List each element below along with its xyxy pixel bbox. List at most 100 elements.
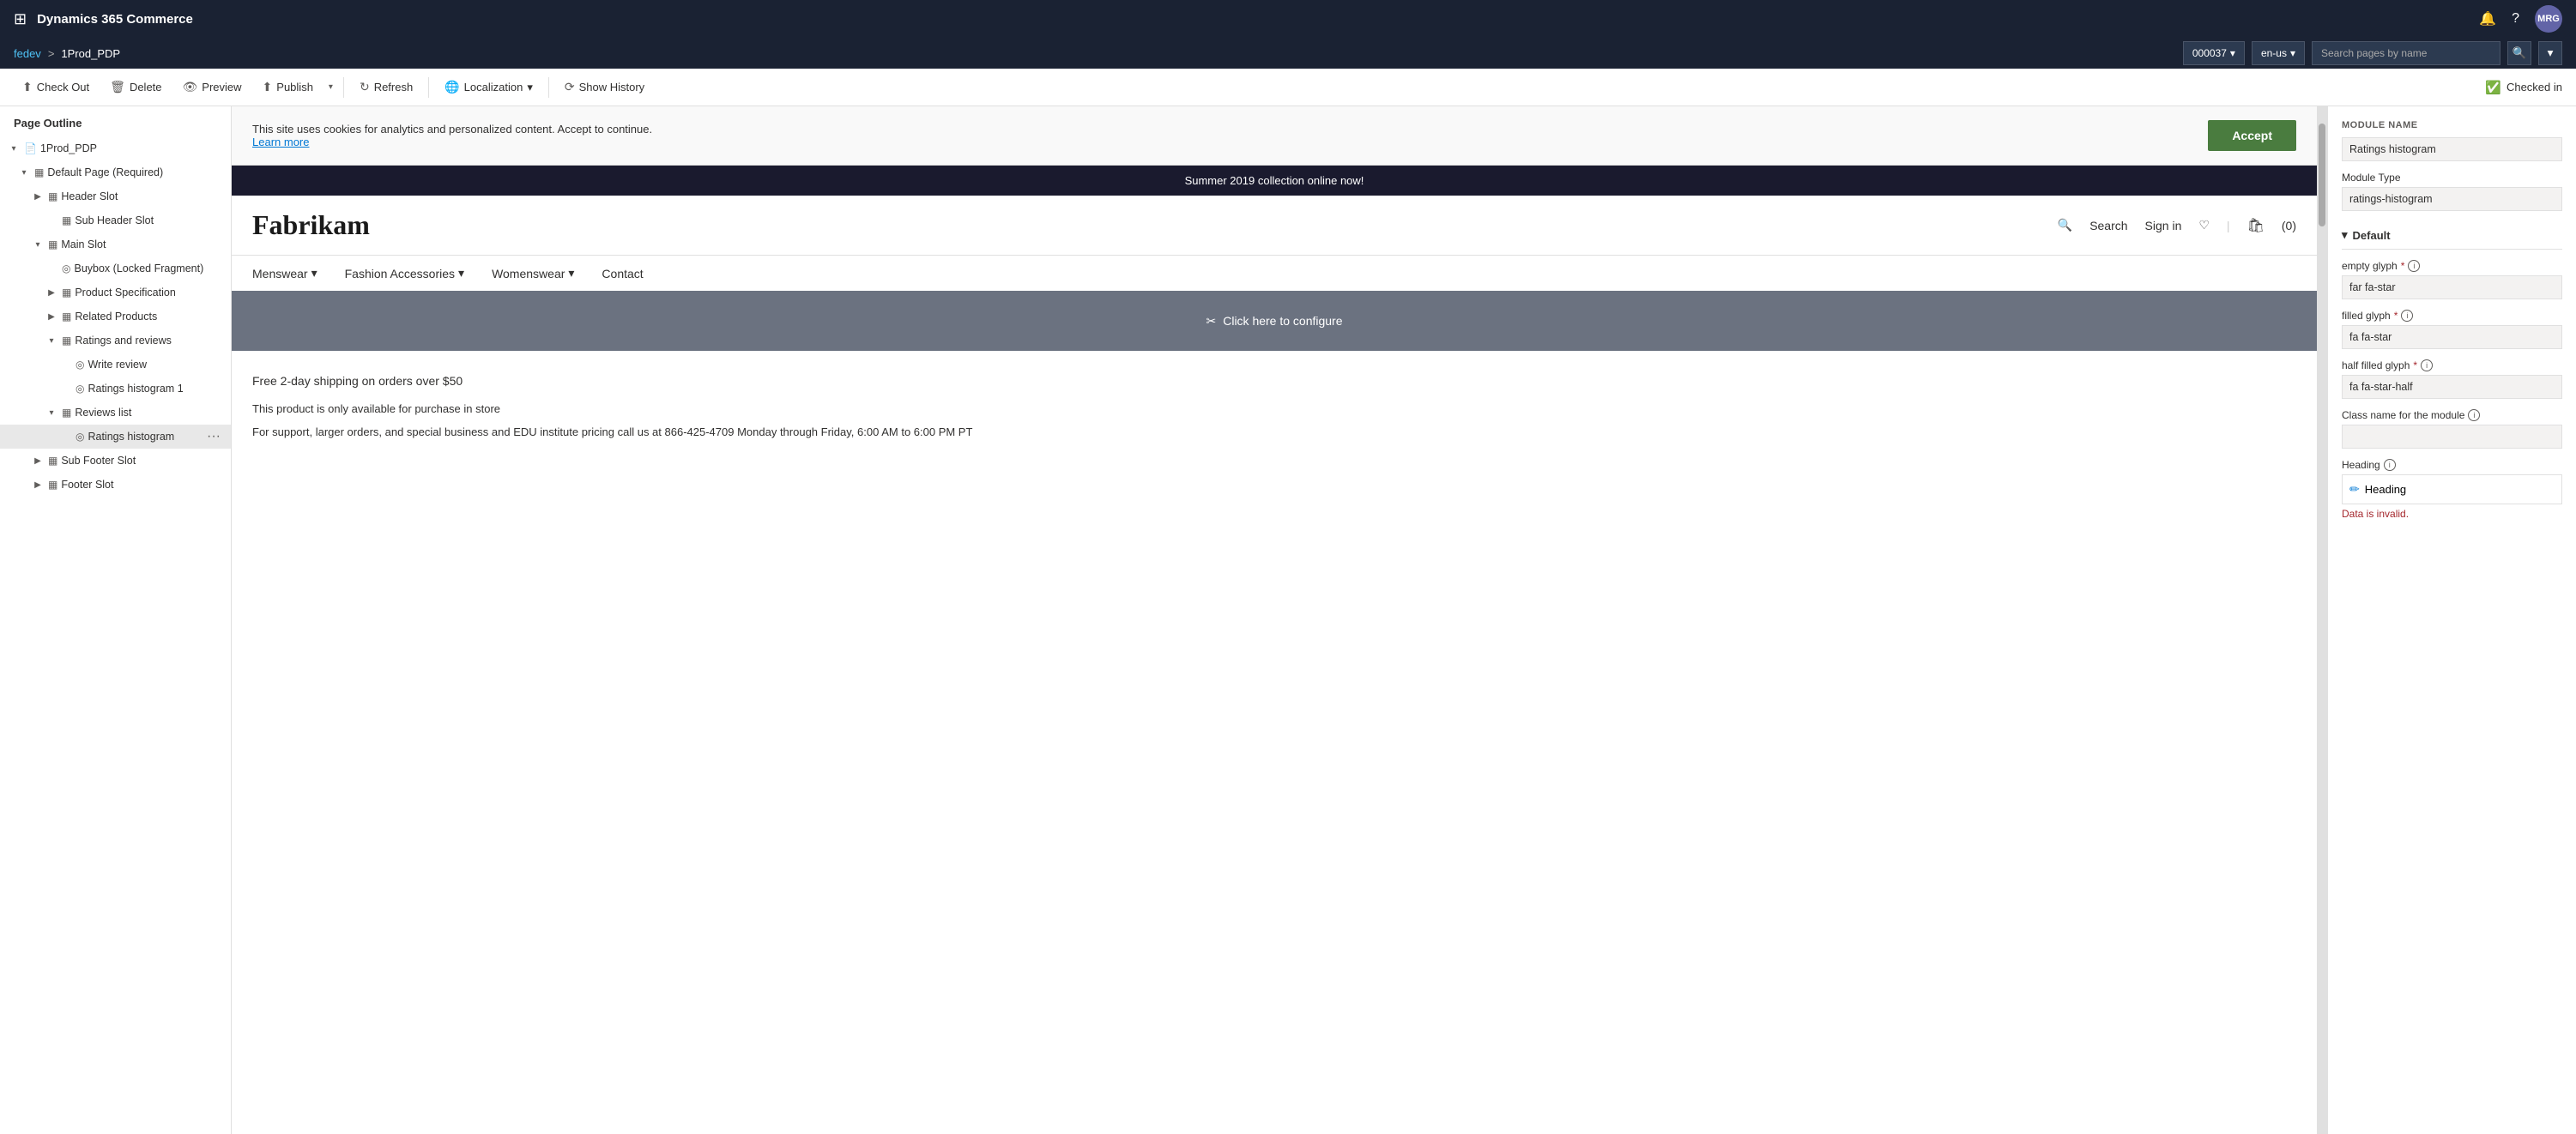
container-icon-main-slot: ▦ — [48, 238, 57, 250]
configure-area[interactable]: ✂ Click here to configure — [232, 291, 2317, 351]
more-options-icon[interactable]: ··· — [203, 429, 224, 444]
category-contact-label: Contact — [602, 267, 643, 280]
fragment-icon-buybox: ◎ — [62, 262, 70, 274]
tree-item-footer-slot[interactable]: ▶ ▦ Footer Slot — [0, 473, 231, 497]
tree-item-header-slot[interactable]: ▶ ▦ Header Slot — [0, 184, 231, 208]
tree-label-buybox: Buybox (Locked Fragment) — [74, 262, 224, 274]
tree-item-product-spec[interactable]: ▶ ▦ Product Specification — [0, 280, 231, 305]
tree-item-main-slot[interactable]: ▾ ▦ Main Slot — [0, 232, 231, 256]
heading-info[interactable]: i — [2384, 459, 2396, 471]
class-name-info[interactable]: i — [2468, 409, 2480, 421]
module-icon-ratings-histogram: ◎ — [76, 431, 84, 443]
publish-icon: ⬆ — [263, 80, 273, 94]
container-icon-product-spec: ▦ — [62, 287, 71, 299]
refresh-icon: ↻ — [360, 80, 370, 94]
menswear-dropdown-icon: ▾ — [311, 266, 317, 280]
category-womenswear[interactable]: Womenswear ▾ — [492, 266, 574, 280]
preview-scrollbar[interactable] — [2317, 106, 2327, 1134]
wishlist-icon[interactable]: ♡ — [2198, 218, 2210, 232]
heading-field-label: Heading i — [2342, 459, 2562, 471]
category-contact[interactable]: Contact — [602, 266, 643, 280]
toolbar-divider-3 — [548, 77, 549, 98]
half-filled-required: * — [2413, 359, 2417, 371]
preview-button[interactable]: 👁 Preview — [174, 75, 251, 100]
tree-label-write-review: Write review — [88, 359, 224, 371]
cart-icon[interactable]: 🛍 — [2247, 217, 2265, 234]
page-outline-title: Page Outline — [0, 106, 231, 136]
accept-button[interactable]: Accept — [2208, 120, 2296, 151]
store-id-chevron: ▾ — [2230, 47, 2235, 59]
empty-glyph-input[interactable] — [2342, 275, 2562, 299]
checkout-button[interactable]: ⬆ Check Out — [14, 75, 98, 100]
tree-item-root[interactable]: ▾ 📄 1Prod_PDP — [0, 136, 231, 160]
expand-icon-reviews-list: ▾ — [45, 408, 58, 418]
tree-item-reviews-list[interactable]: ▾ ▦ Reviews list — [0, 401, 231, 425]
module-name-input[interactable] — [2342, 137, 2562, 161]
grid-icon[interactable]: ⊞ — [14, 10, 27, 28]
half-filled-info[interactable]: i — [2421, 359, 2433, 371]
store-nav-right: 🔍 Search Sign in ♡ | 🛍 (0) — [2058, 217, 2296, 234]
category-menswear-label: Menswear — [252, 267, 308, 280]
filled-glyph-label: filled glyph * i — [2342, 310, 2562, 322]
refresh-button[interactable]: ↻ Refresh — [351, 75, 421, 100]
bell-icon[interactable]: 🔔 — [2479, 10, 2496, 27]
breadcrumb-link[interactable]: fedev — [14, 47, 41, 60]
localization-button[interactable]: 🌐 Localization ▾ — [436, 75, 541, 100]
sign-in-link[interactable]: Sign in — [2145, 219, 2182, 232]
fashion-dropdown-icon: ▾ — [458, 266, 464, 280]
search-expand-button[interactable]: ▾ — [2538, 41, 2562, 65]
show-history-label: Show History — [579, 81, 645, 93]
tree-item-ratings-histogram[interactable]: ◎ Ratings histogram ··· — [0, 425, 231, 449]
tree-item-sub-header-slot[interactable]: ▦ Sub Header Slot — [0, 208, 231, 232]
tree-item-ratings-reviews[interactable]: ▾ ▦ Ratings and reviews — [0, 329, 231, 353]
cookie-text: This site uses cookies for analytics and… — [252, 123, 652, 136]
tree-item-sub-footer-slot[interactable]: ▶ ▦ Sub Footer Slot — [0, 449, 231, 473]
half-filled-glyph-input[interactable] — [2342, 375, 2562, 399]
search-pages-input[interactable] — [2312, 41, 2500, 65]
empty-glyph-info[interactable]: i — [2408, 260, 2420, 272]
expand-icon-root: ▾ — [7, 144, 21, 154]
tree-item-ratings-histogram-1[interactable]: ◎ Ratings histogram 1 — [0, 377, 231, 401]
tree-label-default-page: Default Page (Required) — [47, 166, 224, 178]
class-name-input[interactable] — [2342, 425, 2562, 449]
cart-count[interactable]: (0) — [2282, 219, 2296, 232]
tree-item-write-review[interactable]: ◎ Write review — [0, 353, 231, 377]
category-nav: Menswear ▾ Fashion Accessories ▾ Womensw… — [232, 255, 2317, 291]
publish-dropdown-arrow[interactable]: ▾ — [325, 77, 336, 97]
store-id-dropdown[interactable]: 000037 ▾ — [2183, 41, 2245, 65]
preview-icon: 👁 — [183, 80, 198, 94]
delete-button[interactable]: 🗑 Delete — [101, 75, 170, 100]
tree-item-buybox[interactable]: ◎ Buybox (Locked Fragment) — [0, 256, 231, 280]
store-id-value: 000037 — [2192, 47, 2227, 59]
publish-button[interactable]: ⬆ Publish — [254, 75, 322, 100]
module-type-input[interactable] — [2342, 187, 2562, 211]
locale-value: en-us — [2261, 47, 2287, 59]
tree-label-sub-footer: Sub Footer Slot — [61, 455, 224, 467]
category-menswear[interactable]: Menswear ▾ — [252, 266, 317, 280]
container-icon-related-products: ▦ — [62, 311, 71, 323]
tree-item-related-products[interactable]: ▶ ▦ Related Products — [0, 305, 231, 329]
avatar[interactable]: MRG — [2535, 5, 2562, 33]
search-nav-label[interactable]: Search — [2089, 219, 2127, 232]
default-section-header[interactable]: ▾ Default — [2342, 221, 2562, 250]
learn-more-link[interactable]: Learn more — [252, 136, 309, 148]
category-fashion-accessories[interactable]: Fashion Accessories ▾ — [345, 266, 464, 280]
data-invalid-text: Data is invalid. — [2342, 508, 2562, 520]
category-womenswear-label: Womenswear — [492, 267, 565, 280]
search-pages-button[interactable]: 🔍 — [2507, 41, 2531, 65]
heading-edit-box[interactable]: ✏ Heading — [2342, 474, 2562, 504]
toolbar: ⬆ Check Out 🗑 Delete 👁 Preview ⬆ Publish… — [0, 69, 2576, 106]
filled-glyph-info[interactable]: i — [2401, 310, 2413, 322]
default-section-label: Default — [2353, 229, 2391, 242]
locale-dropdown[interactable]: en-us ▾ — [2252, 41, 2305, 65]
search-nav-icon[interactable]: 🔍 — [2058, 218, 2072, 232]
collapse-icon: ▾ — [2342, 228, 2348, 242]
help-icon[interactable]: ? — [2512, 11, 2519, 27]
container-icon-default-page: ▦ — [34, 166, 44, 178]
tree-item-default-page[interactable]: ▾ ▦ Default Page (Required) — [0, 160, 231, 184]
container-icon-sub-footer: ▦ — [48, 455, 57, 467]
filled-glyph-input[interactable] — [2342, 325, 2562, 349]
show-history-button[interactable]: ⟳ Show History — [556, 75, 653, 100]
checked-in-checkmark: ✅ — [2485, 80, 2501, 95]
expand-icon-default-page: ▾ — [17, 168, 31, 178]
